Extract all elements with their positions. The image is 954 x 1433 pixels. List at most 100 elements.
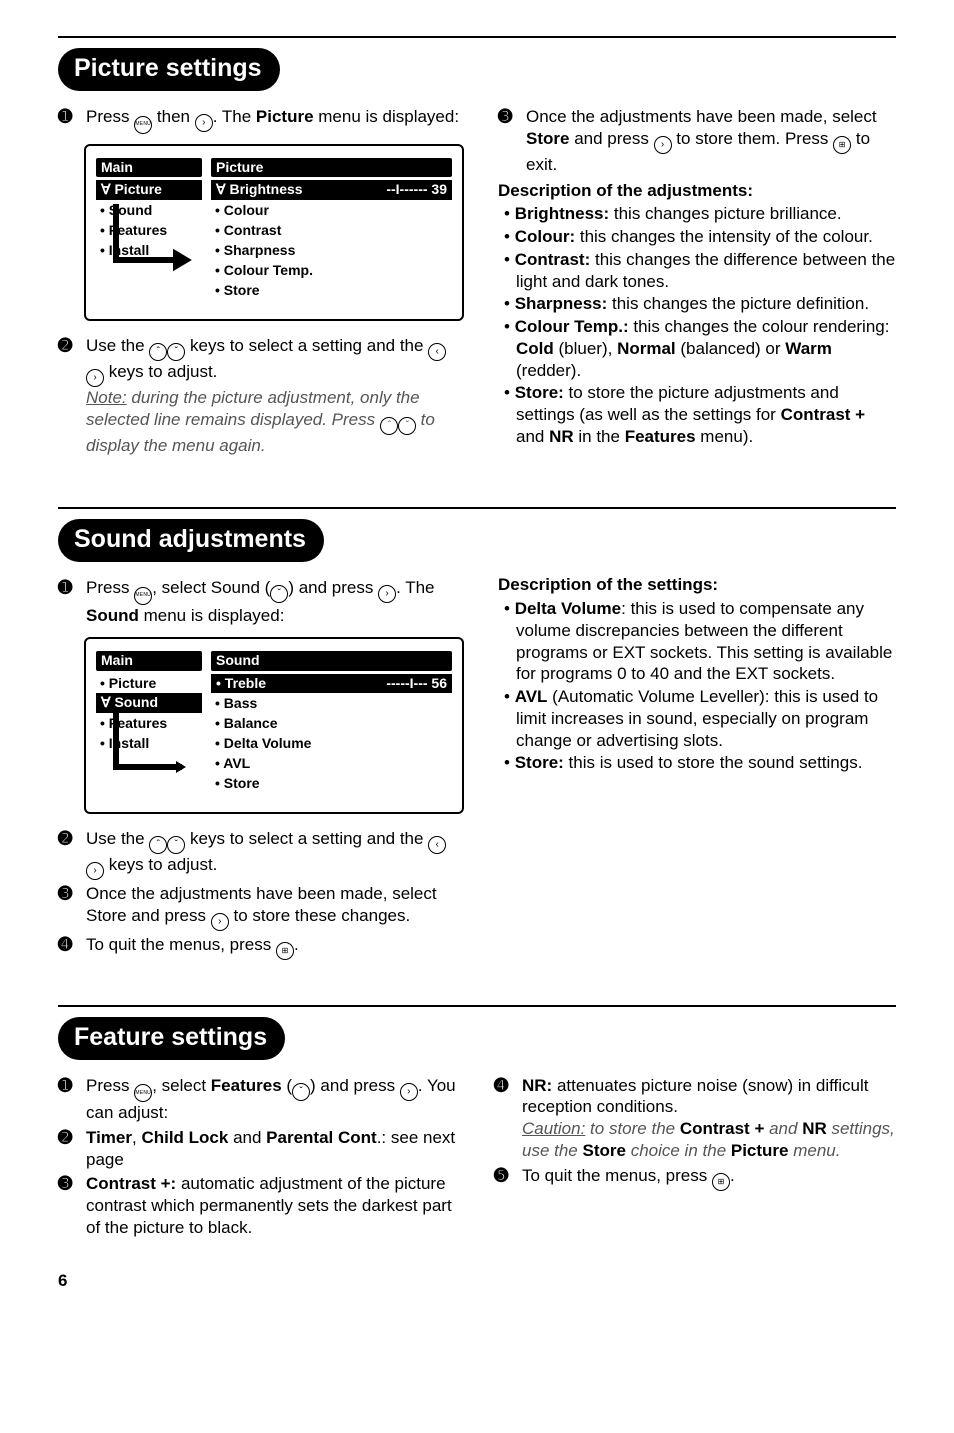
osd-right-item: • Colour Temp. <box>215 261 452 281</box>
note-text: during the picture adjustment, only the … <box>86 388 420 429</box>
desc-store: Store: to store the picture adjustments … <box>516 382 896 447</box>
step-number-1: ➊ <box>58 1075 78 1124</box>
text: keys to adjust. <box>104 362 217 381</box>
text: To quit the menus, press <box>522 1166 712 1185</box>
store-word: Store <box>526 129 569 148</box>
down-icon: ˇ <box>167 836 185 854</box>
section-rule <box>58 507 896 509</box>
picture-word: Picture <box>256 107 314 126</box>
features-step-4: ➍ NR: attenuates picture noise (snow) in… <box>494 1075 896 1162</box>
text: . The <box>396 578 434 597</box>
text: ( <box>282 1076 292 1095</box>
desc-colour: Colour: this changes the intensity of th… <box>516 226 896 248</box>
features-step-2: ➋ Timer, Child Lock and Parental Cont.: … <box>58 1127 460 1171</box>
osd-right-title: Sound <box>211 651 452 671</box>
osd-right-item: • Store <box>215 281 452 301</box>
osd-right-title: Picture <box>211 158 452 178</box>
osd-arrow-icon <box>110 204 200 278</box>
text: Use the <box>86 336 149 355</box>
sound-desc-heading: Description of the settings: <box>498 574 896 596</box>
picture-step-3: ➌ Once the adjustments have been made, s… <box>498 106 896 176</box>
picture-osd-graphic: Main Ɐ Picture • Sound • Features • Inst… <box>84 144 464 321</box>
right-icon: › <box>86 369 104 387</box>
text: keys to select a setting and the <box>185 336 428 355</box>
text: . <box>294 935 299 954</box>
up-icon: ˆ <box>149 343 167 361</box>
right-icon: › <box>654 136 672 154</box>
text: . <box>730 1166 735 1185</box>
text: Press <box>86 578 134 597</box>
desc-sharpness: Sharpness: this changes the picture defi… <box>516 293 896 315</box>
desc-delta-volume: Delta Volume: this is used to compensate… <box>516 598 896 685</box>
osd-right-item: • Sharpness <box>215 241 452 261</box>
section-rule <box>58 36 896 38</box>
osd-right-item: • Colour <box>215 201 452 221</box>
step-number-1: ➊ <box>58 106 78 134</box>
right-icon: › <box>400 1083 418 1101</box>
left-icon: ‹ <box>428 836 446 854</box>
text: ) and press <box>310 1076 400 1095</box>
text: ) and press <box>288 578 378 597</box>
text: , select <box>152 1076 211 1095</box>
features-caution: Caution: to store the Contrast + and NR … <box>522 1118 896 1162</box>
picture-note: Note: during the picture adjustment, onl… <box>86 387 464 457</box>
menu-icon: MENU <box>134 587 152 605</box>
desc-avl: AVL (Automatic Volume Leveller): this is… <box>516 686 896 751</box>
text: , select Sound ( <box>152 578 270 597</box>
text: Press <box>86 107 134 126</box>
desc-store: Store: this is used to store the sound s… <box>516 752 896 774</box>
tv-icon: ⊞ <box>712 1173 730 1191</box>
menu-icon: MENU <box>134 116 152 134</box>
right-icon: › <box>86 862 104 880</box>
right-icon: › <box>195 114 213 132</box>
text: menu is displayed: <box>139 606 285 625</box>
sound-step-3: ➌ Once the adjustments have been made, s… <box>58 883 464 931</box>
osd-left-selected: Ɐ Picture <box>101 181 162 199</box>
features-word: Features <box>211 1076 282 1095</box>
picture-section-title: Picture settings <box>58 48 280 91</box>
text: to store them. Press <box>672 129 834 148</box>
section-rule <box>58 1005 896 1007</box>
picture-step-2: ➋ Use the ˆ ˇ keys to select a setting an… <box>58 335 464 457</box>
tv-icon: ⊞ <box>276 942 294 960</box>
left-icon: ‹ <box>428 343 446 361</box>
picture-desc-heading: Description of the adjustments: <box>498 180 896 202</box>
text: and press <box>569 129 653 148</box>
osd-left-item: • Picture <box>100 674 202 694</box>
sound-step-4: ➍ To quit the menus, press ⊞. <box>58 934 464 960</box>
text: keys to adjust. <box>104 855 217 874</box>
note-label: Note: <box>86 388 127 407</box>
picture-step-1: ➊ Press MENU then ›. The Picture menu is… <box>58 106 464 134</box>
osd-right-item: • Contrast <box>215 221 452 241</box>
menu-icon: MENU <box>134 1084 152 1102</box>
sound-word: Sound <box>86 606 139 625</box>
step-number-2: ➋ <box>58 335 78 457</box>
features-section-title: Feature settings <box>58 1017 285 1060</box>
text: Use the <box>86 829 149 848</box>
text: menu is displayed: <box>314 107 460 126</box>
right-icon: › <box>378 585 396 603</box>
down-icon: ˇ <box>398 417 416 435</box>
text: keys to select a setting and the <box>185 829 428 848</box>
osd-right-selected-value: -----I--- 56 <box>386 675 447 693</box>
osd-right-selected-label: • Treble <box>216 675 266 693</box>
desc-colourtemp: Colour Temp.: this changes the colour re… <box>516 316 896 381</box>
down-icon: ˇ <box>270 585 288 603</box>
osd-right-selected-value: --I------ 39 <box>386 181 447 199</box>
text: then <box>152 107 195 126</box>
osd-right-item: • Bass <box>215 694 452 714</box>
osd-left-title: Main <box>96 651 202 671</box>
step-number-3: ➌ <box>58 883 78 931</box>
text: . The <box>213 107 256 126</box>
text: to store these changes. <box>229 906 410 925</box>
sound-step-2: ➋ Use the ˆˇ keys to select a setting an… <box>58 828 464 880</box>
features-step-5: ➎ To quit the menus, press ⊞. <box>494 1165 896 1191</box>
step-number-5: ➎ <box>494 1165 514 1191</box>
step-number-4: ➍ <box>58 934 78 960</box>
osd-right-item: • AVL <box>215 754 452 774</box>
up-icon: ˆ <box>149 836 167 854</box>
osd-arrow-icon <box>110 711 200 785</box>
sound-section-title: Sound adjustments <box>58 519 324 562</box>
text: Once the adjustments have been made, sel… <box>526 107 877 126</box>
desc-brightness: Brightness: this changes picture brillia… <box>516 203 896 225</box>
